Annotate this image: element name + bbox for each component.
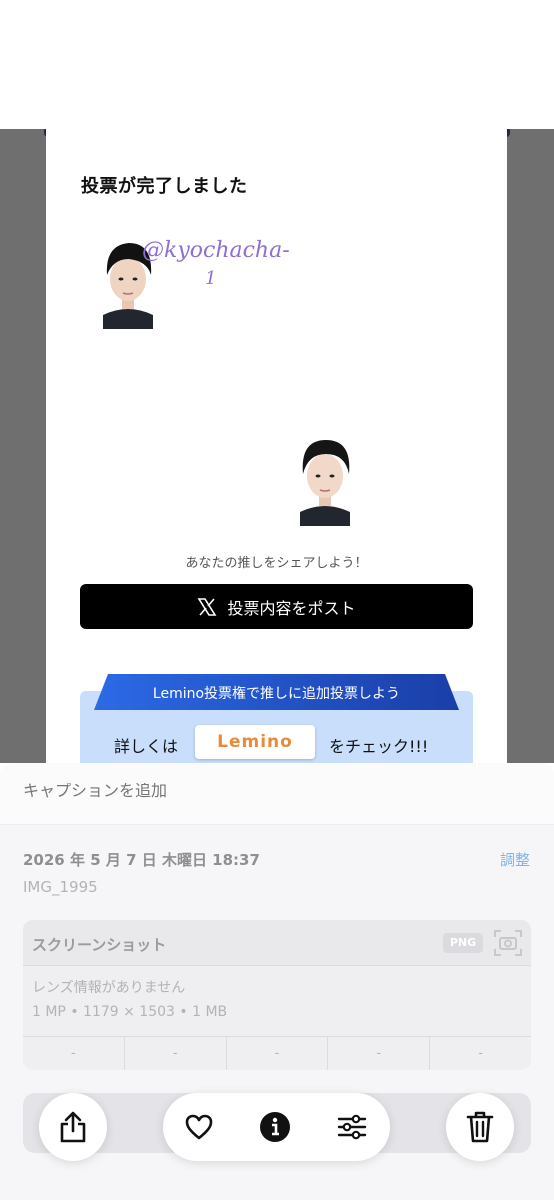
promo-row: 詳しくは Lemino をチェック!!! (80, 725, 473, 761)
caption-row (0, 763, 554, 825)
screenshot-card: 投票が完了しました @kyochacha- 1 あなたの推しをシェアしよう！ 投… (46, 129, 507, 763)
metadata-card: スクリーンショット PNG レンズ情報がありません 1 MP • 1179 × … (23, 920, 531, 1070)
exif-cell: - (125, 1037, 227, 1070)
promo-left-text: 詳しくは (114, 737, 179, 756)
photo-display[interactable]: 投票が完了しました @kyochacha- 1 あなたの推しをシェアしよう！ 投… (0, 129, 554, 763)
handwriting-line-2: 1 (205, 268, 217, 289)
delete-button[interactable] (446, 1093, 514, 1161)
handwritten-watermark: @kyochacha- 1 (142, 237, 290, 293)
metadata-title: スクリーンショット (32, 936, 167, 954)
caption-input[interactable] (23, 783, 230, 801)
lens-info-text: レンズ情報がありません (32, 980, 186, 996)
top-blank-area (0, 0, 554, 129)
exif-cell: - (23, 1037, 125, 1070)
exif-cell: - (227, 1037, 329, 1070)
exif-cell: - (328, 1037, 431, 1070)
photo-info-panel: 2026 年 5 月 7 日 木曜日 18:37 調整 IMG_1995 スクリ… (0, 763, 554, 1200)
member-photo-2 (300, 440, 350, 526)
x-logo-icon (198, 597, 217, 616)
sliders-icon (337, 1114, 367, 1140)
info-button[interactable] (257, 1109, 293, 1145)
trash-icon (466, 1111, 494, 1143)
exif-cell: - (478, 1046, 483, 1061)
vote-complete-title: 投票が完了しました (81, 176, 248, 197)
heart-icon (185, 1114, 213, 1140)
metadata-header: スクリーンショット PNG (23, 920, 531, 966)
screenshot-camera-icon (494, 930, 522, 956)
format-badge: PNG (443, 933, 483, 953)
photo-date: 2026 年 5 月 7 日 木曜日 18:37 (23, 851, 260, 869)
promo-right-text: をチェック!!! (329, 737, 429, 756)
lemino-logo: Lemino (195, 725, 315, 759)
adjust-date-button[interactable]: 調整 (500, 849, 530, 870)
exif-row: - - - - - (23, 1037, 531, 1070)
share-icon (60, 1111, 86, 1143)
adjust-button[interactable] (334, 1109, 370, 1145)
post-button-label: 投票内容をポスト (227, 598, 356, 618)
share-button[interactable] (39, 1093, 107, 1161)
image-spec-text: 1 MP • 1179 × 1503 • 1 MB (32, 1004, 228, 1020)
action-pill (163, 1093, 390, 1161)
share-hint-text: あなたの推しをシェアしよう！ (185, 556, 368, 571)
favorite-button[interactable] (181, 1109, 217, 1145)
post-vote-button: 投票内容をポスト (80, 584, 473, 629)
handwriting-line-1: @kyochacha- (142, 238, 290, 263)
promo-banner-text: Lemino投票権で推しに追加投票しよう (152, 686, 401, 702)
photo-viewer-screen: 投票が完了しました @kyochacha- 1 あなたの推しをシェアしよう！ 投… (0, 0, 554, 1200)
info-icon (260, 1112, 290, 1142)
file-name: IMG_1995 (23, 878, 98, 896)
lemino-promo-banner: Lemino投票権で推しに追加投票しよう (94, 674, 459, 710)
